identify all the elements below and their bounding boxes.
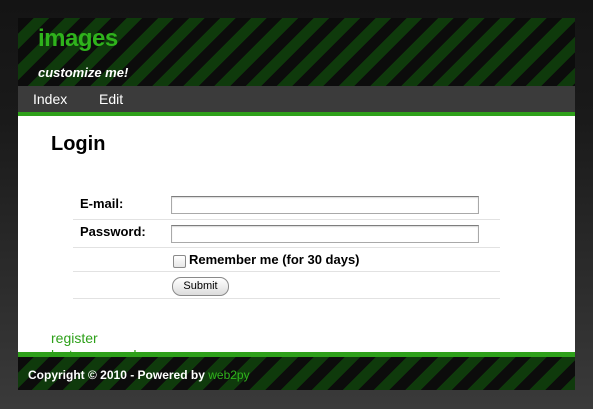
site-header: images customize me! (18, 18, 575, 86)
main-content: Login E-mail: Password: Remember me (for… (18, 116, 575, 363)
site-subtitle: customize me! (38, 65, 129, 80)
password-field[interactable] (171, 225, 479, 243)
remember-me-label: Remember me (for 30 days) (189, 252, 360, 267)
copyright-text: Copyright © 2010 - Powered by (28, 368, 205, 382)
site-title: images (38, 25, 118, 52)
menu-item-edit[interactable]: Edit (99, 91, 123, 107)
site-footer: Copyright © 2010 - Powered by web2py (18, 352, 575, 390)
password-label: Password: (80, 224, 146, 239)
email-field[interactable] (171, 196, 479, 214)
register-link[interactable]: register (51, 330, 98, 346)
main-menu: Index Edit (18, 86, 575, 116)
row-divider (73, 247, 500, 248)
row-divider (73, 219, 500, 220)
email-label: E-mail: (80, 196, 124, 211)
row-divider (73, 298, 500, 299)
row-divider (73, 271, 500, 272)
page-title: Login (51, 133, 106, 155)
menu-item-index[interactable]: Index (33, 91, 67, 107)
footer-text: Copyright © 2010 - Powered by web2py (28, 368, 250, 382)
page-wrapper: images customize me! Index Edit Login E-… (18, 18, 575, 390)
remember-me-checkbox[interactable] (173, 255, 186, 268)
submit-button[interactable]: Submit (172, 277, 229, 296)
web2py-link[interactable]: web2py (208, 368, 249, 382)
